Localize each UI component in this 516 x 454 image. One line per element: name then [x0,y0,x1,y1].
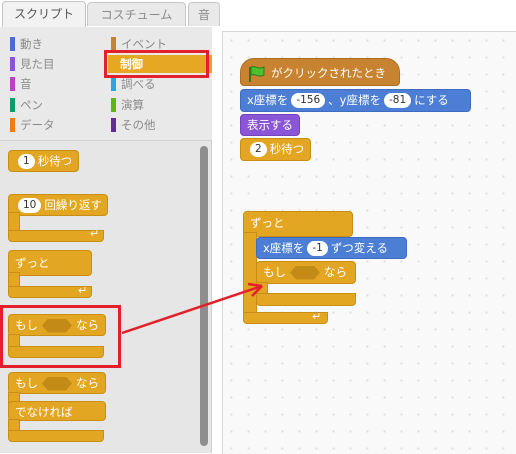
annotation-arrow [121,282,263,335]
